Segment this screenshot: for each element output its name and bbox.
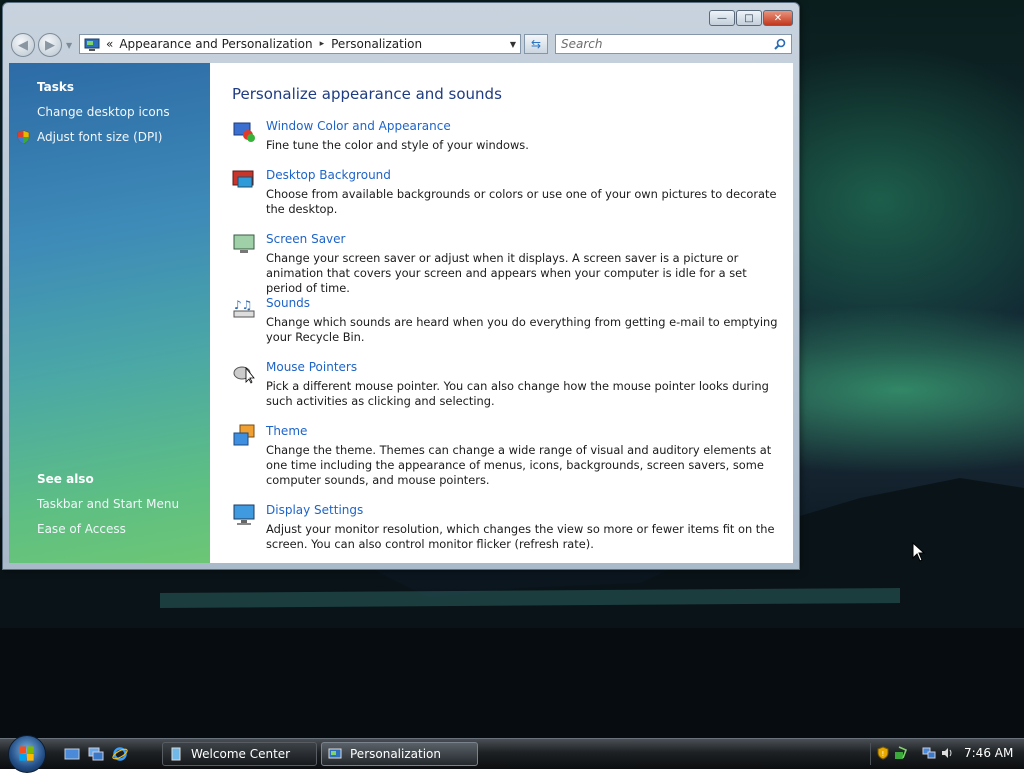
change-desktop-icons-link[interactable]: Change desktop icons <box>37 105 170 119</box>
taskbar-start-menu-link[interactable]: Taskbar and Start Menu <box>37 497 179 511</box>
forward-button[interactable]: ▶ <box>38 33 62 57</box>
taskbar-button-label: Personalization <box>350 747 441 761</box>
switch-windows-icon[interactable] <box>88 746 104 762</box>
start-button[interactable] <box>8 735 46 773</box>
minimize-button[interactable]: — <box>709 10 735 26</box>
theme-icon <box>233 424 255 446</box>
taskbar-button-welcome-center[interactable]: Welcome Center <box>162 742 317 766</box>
breadcrumb-separator[interactable]: ▸ <box>320 39 325 49</box>
search-box[interactable] <box>555 34 792 54</box>
desktop-background-icon <box>232 170 254 188</box>
control-panel-icon <box>84 38 100 51</box>
security-shield-icon[interactable]: ! <box>876 746 890 760</box>
back-arrow-icon: ◀ <box>18 37 28 53</box>
sounds-icon: ♪♫ <box>233 298 255 318</box>
address-dropdown-icon[interactable]: ▼ <box>510 40 516 49</box>
windows-update-icon[interactable] <box>894 746 908 760</box>
taskbar: Welcome Center Personalization ! 7:46 AM <box>0 735 1024 773</box>
display-settings-link[interactable]: Display Settings <box>266 503 363 517</box>
address-bar[interactable]: « Appearance and Personalization ▸ Perso… <box>79 34 521 54</box>
search-input[interactable] <box>561 36 761 52</box>
svg-text:!: ! <box>882 750 885 758</box>
personalization-window: — □ ✕ ◀ ▶ ▼ « Appearance and Personaliza… <box>2 2 800 570</box>
display-settings-icon <box>233 504 255 525</box>
recent-pages-dropdown[interactable]: ▼ <box>66 41 72 50</box>
task-pane: Tasks Change desktop icons Adjust font s… <box>9 63 210 563</box>
mouse-pointers-icon <box>233 366 255 384</box>
show-desktop-icon[interactable] <box>64 746 80 762</box>
adjust-font-size-link[interactable]: Adjust font size (DPI) <box>37 130 162 144</box>
window-color-description: Fine tune the color and style of your wi… <box>266 138 529 152</box>
welcome-center-icon <box>171 747 181 761</box>
refresh-button[interactable]: ⇆ <box>524 34 548 54</box>
uac-shield-icon <box>17 130 30 144</box>
theme-description: Change the theme. Themes can change a wi… <box>266 443 772 487</box>
window-bottom-border[interactable] <box>3 563 799 569</box>
main-content: Personalize appearance and sounds Window… <box>210 63 793 563</box>
screen-saver-icon <box>233 234 255 253</box>
window-color-link[interactable]: Window Color and Appearance <box>266 119 451 133</box>
tray-separator <box>870 743 871 765</box>
window-controls: — □ ✕ <box>708 10 793 26</box>
forward-arrow-icon: ▶ <box>45 37 55 53</box>
ease-of-access-link[interactable]: Ease of Access <box>37 522 126 536</box>
theme-link[interactable]: Theme <box>266 424 307 438</box>
desktop-background-description: Choose from available backgrounds or col… <box>266 187 777 216</box>
mouse-cursor-icon <box>912 542 926 562</box>
screen-saver-description: Change your screen saver or adjust when … <box>266 251 747 295</box>
refresh-icon: ⇆ <box>530 37 542 51</box>
window-color-icon <box>233 122 255 142</box>
sounds-link[interactable]: Sounds <box>266 296 310 310</box>
see-also-heading: See also <box>37 472 94 486</box>
taskbar-button-label: Welcome Center <box>191 747 291 761</box>
taskbar-button-personalization[interactable]: Personalization <box>321 742 478 766</box>
breadcrumb-appearance[interactable]: Appearance and Personalization <box>119 37 312 51</box>
address-chevron[interactable]: « <box>106 37 113 51</box>
volume-icon[interactable] <box>940 746 954 760</box>
search-icon[interactable] <box>774 38 786 50</box>
breadcrumb-personalization[interactable]: Personalization <box>331 37 422 51</box>
svg-text:♪♫: ♪♫ <box>234 298 252 312</box>
mouse-pointers-description: Pick a different mouse pointer. You can … <box>266 379 769 408</box>
close-button[interactable]: ✕ <box>763 10 793 26</box>
desktop-background-link[interactable]: Desktop Background <box>266 168 391 182</box>
system-clock[interactable]: 7:46 AM <box>964 746 1013 760</box>
mouse-pointers-link[interactable]: Mouse Pointers <box>266 360 357 374</box>
maximize-button[interactable]: □ <box>736 10 762 26</box>
internet-explorer-icon[interactable] <box>112 746 128 762</box>
personalization-icon <box>328 748 342 759</box>
page-title: Personalize appearance and sounds <box>232 85 502 103</box>
windows-logo-icon <box>19 746 34 761</box>
tasks-heading: Tasks <box>37 80 75 94</box>
display-settings-description: Adjust your monitor resolution, which ch… <box>266 522 775 551</box>
back-button[interactable]: ◀ <box>11 33 35 57</box>
screen-saver-link[interactable]: Screen Saver <box>266 232 345 246</box>
network-icon[interactable] <box>922 746 936 760</box>
sounds-description: Change which sounds are heard when you d… <box>266 315 778 344</box>
